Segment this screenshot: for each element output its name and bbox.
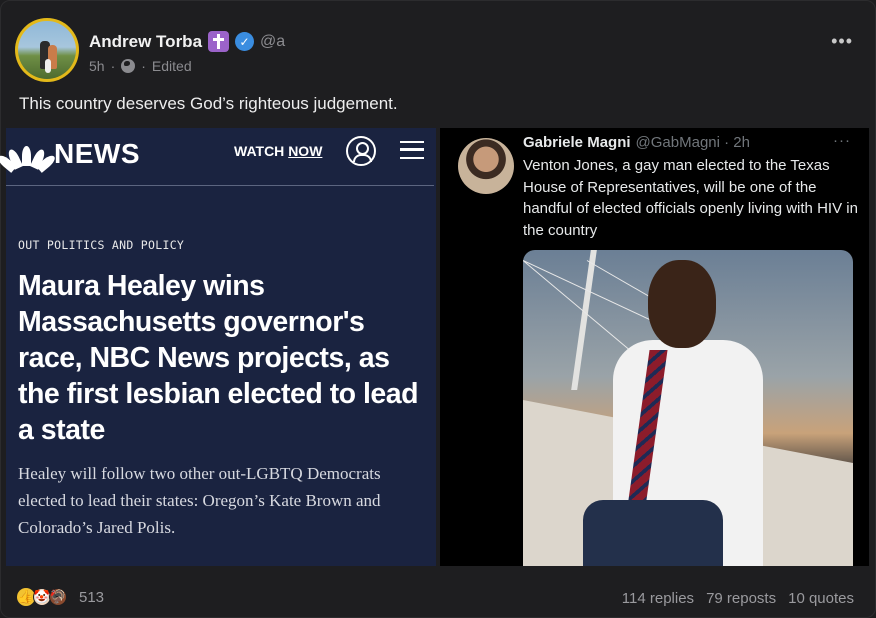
tweet-text: Venton Jones, a gay man elected to the T… bbox=[523, 157, 858, 239]
post-card: Andrew Torba ✓ @a 5h · · Edited ••• This… bbox=[0, 0, 876, 618]
meta-separator: · bbox=[141, 58, 146, 74]
author-handle[interactable]: @a bbox=[260, 33, 285, 51]
watch-now-link: WATCH NOW bbox=[234, 143, 322, 159]
user-icon bbox=[346, 136, 376, 166]
peacock-icon bbox=[0, 142, 58, 173]
article-headline: Maura Healey wins Massachusetts governor… bbox=[18, 270, 419, 446]
author-name[interactable]: Andrew Torba bbox=[89, 32, 202, 52]
post-time[interactable]: 5h bbox=[89, 58, 105, 74]
tweet-photo bbox=[523, 250, 853, 566]
quotes-count[interactable]: 10 quotes bbox=[788, 590, 854, 607]
nbc-logo: NEWS bbox=[0, 138, 140, 173]
turkey-icon: 🦃 bbox=[49, 588, 67, 606]
reactions[interactable]: 👍 🤡 🦃 513 bbox=[17, 588, 104, 606]
divider bbox=[6, 185, 434, 186]
replies-count[interactable]: 114 replies bbox=[622, 590, 694, 607]
reposts-count[interactable]: 79 reposts bbox=[706, 590, 776, 607]
hamburger-menu-icon bbox=[400, 141, 424, 159]
post-meta: 5h · · Edited bbox=[89, 58, 192, 74]
reaction-count[interactable]: 513 bbox=[79, 589, 104, 606]
article-dek: Healey will follow two other out-LGBTQ D… bbox=[18, 464, 381, 537]
now-label: NOW bbox=[288, 143, 323, 159]
verified-icon: ✓ bbox=[235, 32, 255, 51]
nbc-news-screenshot: NEWS WATCH NOW OUT POLITICS AND POLICY M… bbox=[0, 128, 436, 566]
author-avatar[interactable] bbox=[15, 18, 79, 82]
engagement-counts: 114 replies 79 reposts 10 quotes bbox=[622, 590, 854, 607]
article-kicker: OUT POLITICS AND POLICY bbox=[18, 238, 185, 252]
tweet-header: Gabriele Magni @GabMagni · 2h bbox=[523, 134, 750, 151]
tweet-more-icon: ··· bbox=[833, 132, 851, 149]
tweet-avatar bbox=[458, 138, 514, 194]
tweet-author-name: Gabriele Magni bbox=[523, 134, 631, 151]
tweet-handle: @GabMagni · 2h bbox=[635, 134, 750, 151]
post-text: This country deserves God’s righteous ju… bbox=[19, 94, 398, 113]
edited-label[interactable]: Edited bbox=[152, 58, 192, 74]
meta-separator: · bbox=[110, 58, 116, 74]
nbc-news-wordmark: NEWS bbox=[54, 138, 140, 169]
watch-label: WATCH bbox=[234, 143, 285, 159]
author-row: Andrew Torba ✓ @a bbox=[89, 31, 285, 52]
cross-badge-icon bbox=[208, 31, 230, 52]
post-media[interactable]: NEWS WATCH NOW OUT POLITICS AND POLICY M… bbox=[0, 128, 869, 566]
more-options-button[interactable]: ••• bbox=[831, 31, 853, 52]
tweet-screenshot: Gabriele Magni @GabMagni · 2h ··· Venton… bbox=[440, 128, 869, 566]
globe-icon bbox=[121, 59, 136, 73]
avatar-photo bbox=[18, 21, 76, 79]
